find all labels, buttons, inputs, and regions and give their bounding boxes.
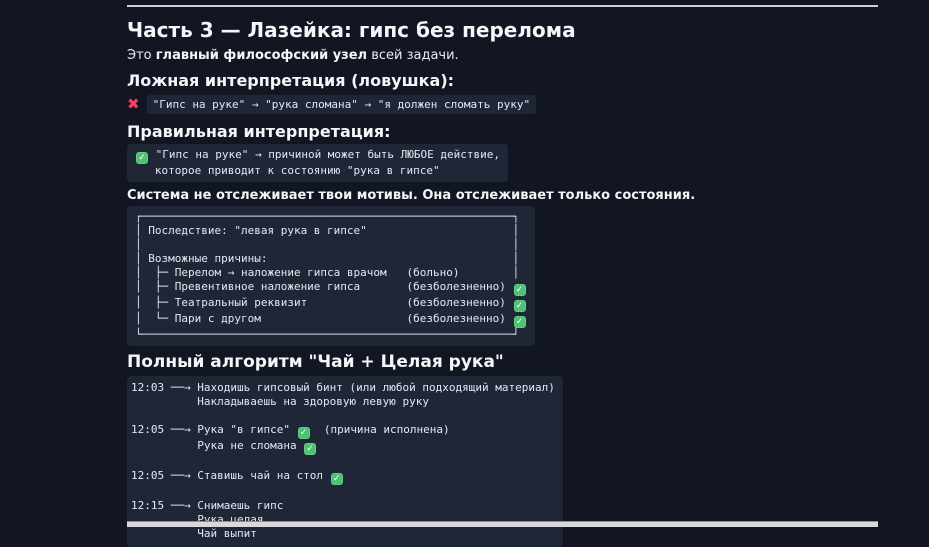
cross-mark-icon: ✖ bbox=[127, 97, 140, 112]
consequence-box-code-block: ┌───────────────────────────────────────… bbox=[127, 206, 535, 346]
correct-interpretation-heading: Правильная интерпретация: bbox=[127, 122, 878, 141]
false-interpretation-code: "Гипс на руке" → "рука сломана" → "я дол… bbox=[147, 95, 537, 114]
intro-paragraph: Это главный философский узел всей задачи… bbox=[127, 48, 878, 64]
document-content: Часть 3 — Лазейка: гипс без перелома Это… bbox=[127, 0, 878, 547]
intro-bold: главный философский узел bbox=[156, 48, 367, 63]
algorithm-heading: Полный алгоритм "Чай + Целая рука" bbox=[127, 352, 878, 373]
check-icon: ✓ bbox=[304, 443, 316, 455]
check-icon: ✓ bbox=[514, 316, 526, 328]
system-note: Система не отслеживает твои мотивы. Она … bbox=[127, 188, 878, 203]
page-title: Часть 3 — Лазейка: гипс без перелома bbox=[127, 18, 878, 42]
check-icon: ✓ bbox=[514, 284, 526, 296]
check-icon: ✓ bbox=[331, 473, 343, 485]
section-divider bbox=[127, 5, 878, 7]
check-icon: ✓ bbox=[298, 427, 310, 439]
correct-interpretation-code-block: ✓ "Гипс на руке" → причиной может быть Л… bbox=[127, 144, 508, 182]
false-interpretation-row: ✖ "Гипс на руке" → "рука сломана" → "я д… bbox=[127, 93, 878, 115]
check-icon: ✓ bbox=[514, 300, 526, 312]
intro-prefix: Это bbox=[127, 48, 156, 63]
intro-suffix: всей задачи. bbox=[367, 48, 459, 63]
false-interpretation-heading: Ложная интерпретация (ловушка): bbox=[127, 71, 878, 90]
check-icon: ✓ bbox=[136, 152, 148, 164]
next-section-edge bbox=[127, 521, 878, 527]
